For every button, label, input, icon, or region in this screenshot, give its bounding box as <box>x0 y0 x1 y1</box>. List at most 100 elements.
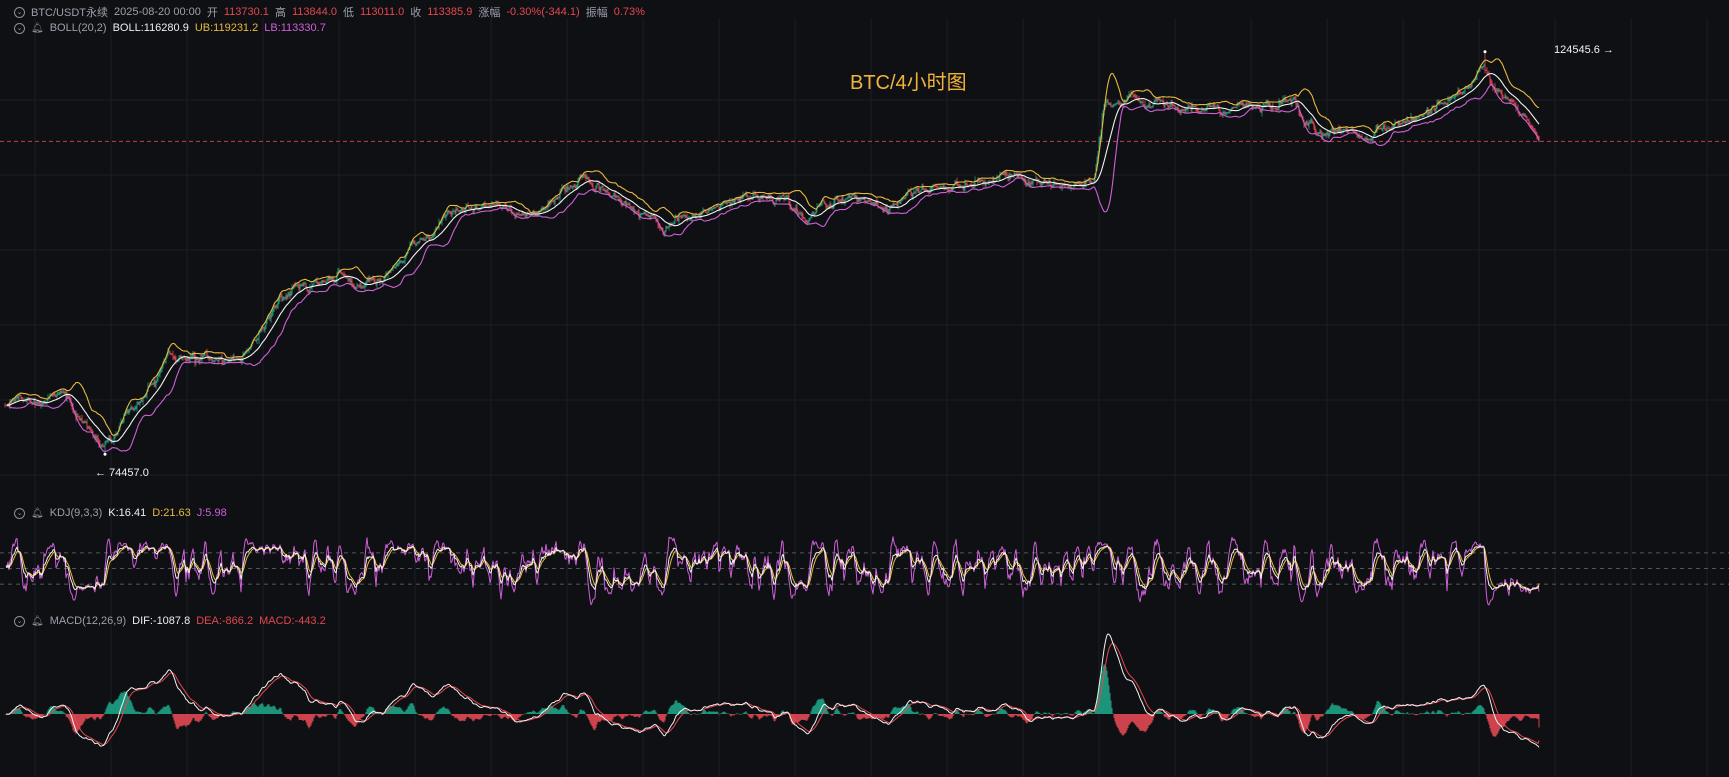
macd-hist-bar <box>632 714 634 716</box>
macd-hist-bar <box>576 714 578 718</box>
macd-hist-bar <box>1292 712 1294 714</box>
candle-body <box>397 263 399 265</box>
macd-hist-bar <box>765 714 767 717</box>
symbol-label[interactable]: BTC/USDT永续 <box>31 4 108 20</box>
macd-hist-bar <box>696 714 698 715</box>
candle-body <box>1442 103 1444 105</box>
candle-body <box>1184 109 1186 112</box>
candle-body <box>496 203 498 204</box>
macd-hist-bar <box>86 714 88 720</box>
macd-hist-bar <box>584 711 586 714</box>
macd-hist-bar <box>302 714 304 722</box>
macd-hist-bar <box>1163 714 1165 717</box>
macd-hist-bar <box>980 711 982 714</box>
candle-body <box>1077 183 1079 184</box>
candle-body <box>1296 103 1298 105</box>
candle-body <box>283 297 285 300</box>
candle-body <box>837 196 839 201</box>
candle-body <box>1028 182 1030 184</box>
macd-hist-bar <box>1436 711 1438 714</box>
candle-body <box>866 200 868 202</box>
candle-body <box>707 210 709 214</box>
candle-body <box>1459 92 1461 94</box>
macd-hist-bar <box>863 714 865 718</box>
bell-icon[interactable]: 🔔︎ <box>31 616 44 627</box>
chevron-circle-icon[interactable]: ⌄ <box>14 615 25 627</box>
candle-body <box>624 201 626 203</box>
candle-body <box>432 235 434 238</box>
macd-hist-bar <box>359 714 361 719</box>
macd-hist-bar <box>489 714 491 717</box>
macd-hist-bar <box>1305 714 1307 731</box>
macd-hist-bar <box>503 714 505 717</box>
candle-body <box>566 186 568 190</box>
chevron-circle-icon[interactable]: ⌄ <box>14 22 25 34</box>
macd-hist-bar <box>983 714 985 715</box>
macd-hist-bar <box>1350 711 1352 714</box>
candle-body <box>231 358 233 360</box>
macd-hist-bar <box>1429 713 1431 715</box>
macd-hist-bar <box>836 707 838 714</box>
macd-hist-bar <box>1430 713 1432 714</box>
candle-body <box>584 174 586 177</box>
macd-hist-bar <box>1075 711 1077 714</box>
macd-hist-bar <box>1168 714 1170 721</box>
macd-hist-bar <box>1522 714 1524 719</box>
macd-hist-bar <box>360 714 362 719</box>
candle-body <box>868 200 870 202</box>
kdj-name[interactable]: KDJ(9,3,3) <box>50 507 103 519</box>
candle-body <box>1351 128 1353 130</box>
candle-body <box>154 381 156 386</box>
macd-hist-bar <box>1188 710 1190 714</box>
macd-hist-bar <box>622 714 624 719</box>
boll-name[interactable]: BOLL(20,2) <box>50 22 107 34</box>
macd-hist-bar <box>107 704 109 714</box>
candle-body <box>223 361 225 363</box>
macd-hist-bar <box>1433 711 1435 714</box>
candle-body <box>518 213 520 215</box>
macd-hist-bar <box>1126 714 1128 731</box>
candle-body <box>617 195 619 197</box>
candle-body <box>426 236 428 238</box>
candle-body <box>931 187 933 190</box>
macd-hist-bar <box>69 714 71 722</box>
macd-name[interactable]: MACD(12,26,9) <box>50 615 126 627</box>
candle-body <box>1108 103 1110 105</box>
candle-body <box>1224 112 1226 115</box>
candle-body <box>494 204 496 206</box>
macd-hist-bar <box>1190 710 1192 714</box>
candle-body <box>575 187 577 188</box>
macd-hist-bar <box>945 714 947 717</box>
macd-hist-bar <box>1340 707 1342 714</box>
chart-stage[interactable]: ⌄ BTC/USDT永续 2025-08-20 00:00 开 113730.1 … <box>0 0 1729 777</box>
candle-body <box>710 209 712 211</box>
candle-body <box>650 215 652 218</box>
macd-hist-bar <box>1067 713 1069 715</box>
candle-body <box>1156 98 1158 101</box>
chevron-circle-icon[interactable]: ⌄ <box>14 6 25 18</box>
candle-body <box>1416 117 1418 120</box>
candle-body <box>915 190 917 193</box>
macd-hist-bar <box>225 714 227 715</box>
macd-hist-bar <box>19 708 21 714</box>
bell-icon[interactable]: 🔔︎ <box>31 23 44 34</box>
candle-body <box>63 391 65 394</box>
macd-hist-bar <box>642 713 644 714</box>
macd-hist-bar <box>650 711 652 714</box>
chevron-circle-icon[interactable]: ⌄ <box>14 507 25 519</box>
candle-body <box>1418 116 1420 118</box>
candle-body <box>958 185 960 187</box>
macd-hist-bar <box>971 714 973 716</box>
macd-hist-bar <box>739 714 741 715</box>
high-value: 113844.0 <box>291 6 338 18</box>
chart-svg[interactable] <box>0 0 1729 777</box>
macd-hist-bar <box>1130 714 1132 723</box>
macd-hist-bar <box>848 712 850 714</box>
macd-hist-bar <box>460 714 462 722</box>
macd-hist-bar <box>1428 712 1430 714</box>
bell-icon[interactable]: 🔔︎ <box>31 508 44 519</box>
candle-body <box>685 215 687 217</box>
macd-hist-bar <box>167 704 169 714</box>
macd-hist-bar <box>588 714 590 721</box>
macd-hist-bar <box>912 711 914 714</box>
